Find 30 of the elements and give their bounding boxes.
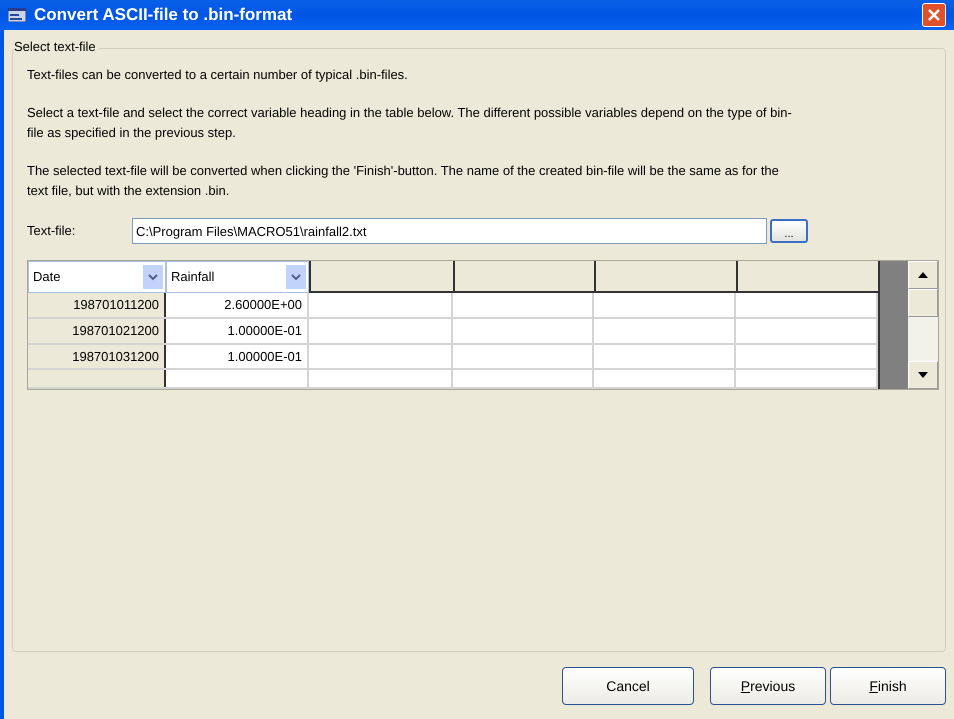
column-dropdown[interactable]: Date <box>28 261 166 293</box>
row-header-cell: 198701021200 <box>28 318 166 343</box>
scrollbar[interactable] <box>908 261 938 389</box>
dialog-button[interactable]: Cancel <box>562 667 694 705</box>
chevron-down-icon <box>143 265 163 289</box>
table-cell: 1.00000E-01 <box>166 344 309 368</box>
close-button[interactable] <box>922 3 946 27</box>
table-cell: 1.00000E-01 <box>166 318 309 343</box>
description-text: Text-files can be converted to a certain number of typical .bin-files. <box>27 66 409 84</box>
chevron-down-icon <box>286 265 306 289</box>
close-icon <box>928 9 940 21</box>
description-text: The selected text-file will be converted when clicking the 'Finish'-button. The name of the created bin-file will be the same as for the text file, but with the extension .bin. <box>27 162 780 200</box>
text-file-label: Text-file: <box>27 222 76 240</box>
scroll-down-button[interactable] <box>908 361 938 389</box>
scroll-up-button[interactable] <box>908 261 938 289</box>
dialog-button[interactable]: Finish <box>830 667 946 705</box>
window-title: Convert ASCII-file to .bin-format <box>34 4 294 26</box>
browse-button[interactable]: ... <box>770 219 808 243</box>
text-file-field[interactable]: C:\Program Files\MACRO51\rainfall2.txt <box>132 218 767 244</box>
window-icon <box>8 8 26 22</box>
group-title: Select text-file <box>14 40 99 53</box>
row-header-cell: 198701031200 <box>28 344 166 368</box>
table-cell: 2.60000E+00 <box>166 293 309 317</box>
row-header-cell: 198701011200 <box>28 293 166 317</box>
triangle-down-icon <box>918 372 928 378</box>
triangle-up-icon <box>918 272 928 278</box>
description-text: Select a text-file and select the correct variable heading in the table below. The different possible variables depend on the type of bin-file as specified in the previous step. <box>27 104 792 142</box>
column-dropdown[interactable]: Rainfall <box>166 261 309 293</box>
scroll-thumb[interactable] <box>908 289 938 317</box>
dialog-button[interactable]: Previous <box>710 667 826 705</box>
